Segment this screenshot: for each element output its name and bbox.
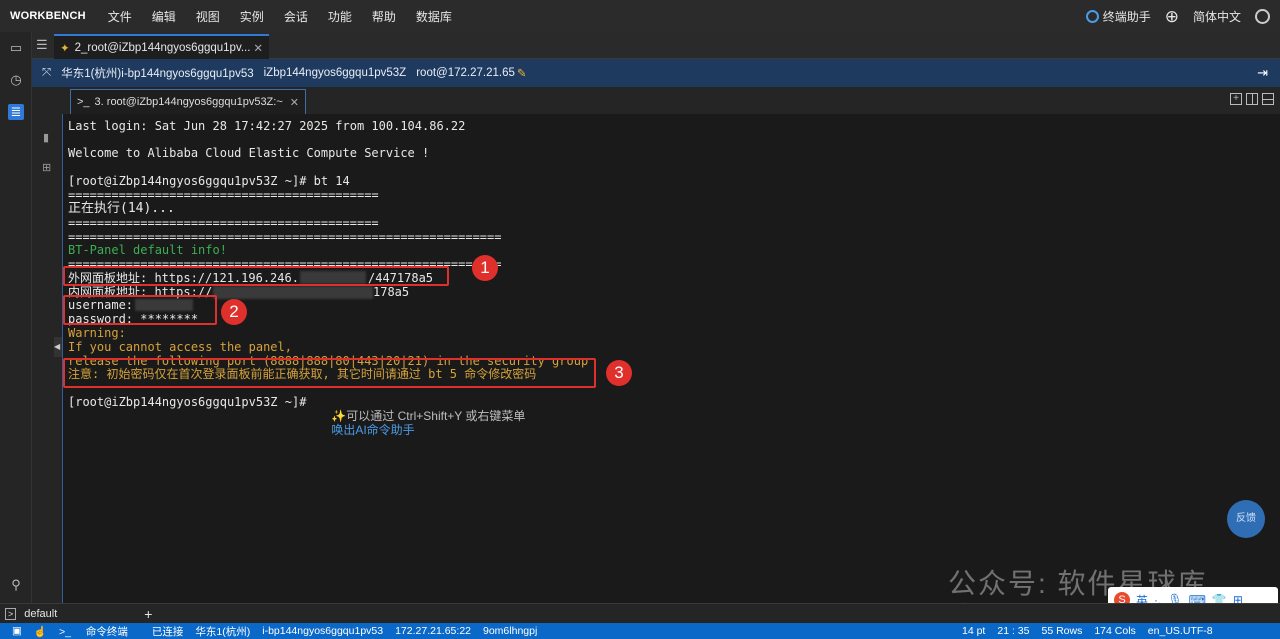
ai-hint: ✨可以通过 Ctrl+Shift+Y 或右键菜单 唤出AI命令助手 (318, 395, 525, 451)
menu-database[interactable]: 数据库 (416, 8, 452, 25)
terminal-line: ========================================… (68, 216, 379, 230)
menu-view[interactable]: 视图 (196, 8, 220, 25)
terminal-tab-icon: >_ (77, 96, 90, 108)
user-avatar-icon[interactable] (1255, 8, 1270, 24)
terminal-line: Welcome to Alibaba Cloud Elastic Compute… (68, 146, 430, 160)
status-address: 172.27.21.65:22 (395, 625, 471, 637)
add-circle-icon[interactable]: ⊕ (1165, 8, 1179, 25)
status-instance-id: i-bp144ngyos6ggqu1pv53 (262, 625, 384, 637)
ai-assistant-link[interactable]: 唤出AI命令助手 (331, 423, 414, 437)
close-terminal-tab-icon[interactable]: ✕ (290, 96, 299, 109)
feedback-button[interactable]: 反馈 (1227, 500, 1265, 538)
terminal-line: ========================================… (68, 188, 379, 202)
badge-2: 2 (221, 299, 247, 325)
layout-icon[interactable]: ▣ (12, 625, 22, 637)
terminal-type: >_ 命令终端 (59, 624, 140, 639)
menu-bar: WORKBENCH 文件 编辑 视图 实例 会话 功能 帮助 数据库 终端助手 … (0, 0, 1280, 32)
terminal-output[interactable]: Last login: Sat Jun 28 17:42:27 2025 fro… (62, 114, 1280, 603)
star-icon: ✦ (60, 42, 70, 55)
terminal-line: [root@iZbp144ngyos6ggqu1pv53Z ~]# bt 14 (68, 174, 350, 188)
cursor-position: 21 : 35 (997, 625, 1030, 637)
instance-region: 华东1(杭州)i-bp144ngyos6ggqu1pv53 (61, 68, 254, 80)
rows-count: 55 Rows (1041, 625, 1083, 637)
encoding-status[interactable]: en_US.UTF-8 (1148, 625, 1213, 637)
badge-1: 1 (472, 255, 498, 281)
terminal-side-panel: >_ ▮ ⊞ ◀ (32, 87, 62, 603)
terminal-line: 178a5 (373, 285, 410, 299)
add-tab-button[interactable]: + (144, 606, 152, 622)
app-brand: WORKBENCH (10, 10, 86, 22)
edit-icon[interactable]: ✎ (517, 66, 527, 80)
split-vertical-icon[interactable] (1246, 93, 1258, 105)
terminal-line: Warning: (68, 326, 126, 340)
menu-session[interactable]: 会话 (284, 8, 308, 25)
default-tab[interactable]: default (24, 608, 144, 620)
exit-icon[interactable]: ⇥ (1257, 65, 1268, 81)
menu-file[interactable]: 文件 (108, 8, 132, 25)
bottom-tab-bar: > default + (0, 603, 1280, 623)
terminal-assistant-label: 终端助手 (1102, 9, 1151, 24)
fullscreen-icon[interactable]: ⤧ (42, 67, 51, 80)
instance-hostname: iZbp144ngyos6ggqu1pv53Z (263, 67, 407, 79)
status-bar: ▣ ☝ >_ 命令终端 已连接 华东1(杭州) i-bp144ngyos6ggq… (0, 623, 1280, 639)
instance-info-bar: ⤧ 华东1(杭州)i-bp144ngyos6ggqu1pv53 iZbp144n… (32, 59, 1280, 87)
terminal-tab[interactable]: >_ 3. root@iZbp144ngyos6ggqu1pv53Z:~ ✕ (70, 89, 306, 114)
terminal-tab-label: 3. root@iZbp144ngyos6ggqu1pv53Z:~ (94, 96, 283, 108)
connection-status: 已连接 (151, 625, 184, 638)
session-tab[interactable]: ✦ 2_root@iZbp144ngyos6ggqu1pv... ✕ (54, 34, 269, 59)
split-add-icon[interactable]: + (1230, 93, 1242, 105)
menubar-right: 终端助手 ⊕ 简体中文 (1085, 0, 1270, 32)
highlight-box-credentials (63, 295, 217, 325)
collapse-tree-icon[interactable]: ☰ (36, 37, 48, 53)
terminal-line: ========================================… (68, 230, 502, 244)
close-tab-icon[interactable]: ✕ (253, 41, 263, 55)
terminal-tab-bar: >_ 3. root@iZbp144ngyos6ggqu1pv53Z:~ ✕ + (32, 87, 1280, 114)
highlight-box-notice (63, 358, 596, 388)
menu-edit[interactable]: 编辑 (152, 8, 176, 25)
split-horizontal-icon[interactable] (1262, 93, 1274, 105)
hand-icon[interactable]: ☝ (34, 625, 47, 638)
pin-icon[interactable]: ⚲ (8, 577, 24, 593)
session-tab-label: 2_root@iZbp144ngyos6ggqu1pv... (74, 41, 251, 54)
language-selector[interactable]: 简体中文 (1193, 8, 1241, 25)
menu-function[interactable]: 功能 (328, 8, 352, 25)
terminal-line: 正在执行(14)... (68, 201, 175, 216)
status-session-id: 9om6lhngpj (483, 625, 538, 637)
terminal-line: If you cannot access the panel, (68, 340, 292, 354)
menu-instance[interactable]: 实例 (240, 8, 264, 25)
terminal-line: BT-Panel default info! (68, 243, 227, 257)
terminal-assistant-button[interactable]: 终端助手 (1085, 8, 1151, 25)
menu-help[interactable]: 帮助 (372, 8, 396, 25)
collapse-panel-icon[interactable]: ◀ (54, 337, 62, 357)
status-right: 14 pt 21 : 35 55 Rows 174 Cols en_US.UTF… (962, 625, 1225, 637)
apps-icon[interactable]: ⊞ (42, 161, 51, 174)
cols-count: 174 Cols (1094, 625, 1136, 637)
server-list-icon[interactable]: ≣ (8, 104, 24, 120)
terminal-prompt: [root@iZbp144ngyos6ggqu1pv53Z ~]# (68, 395, 307, 409)
ai-hint-text: ✨可以通过 Ctrl+Shift+Y 或右键菜单 (331, 409, 526, 423)
terminal-type-label: 命令终端 (85, 625, 128, 638)
instance-address: root@172.27.21.65 (416, 67, 515, 79)
badge-3: 3 (606, 360, 632, 386)
history-icon[interactable]: ◷ (8, 72, 24, 88)
folder-icon[interactable]: ▭ (8, 40, 24, 56)
file-icon[interactable]: ▮ (43, 131, 49, 144)
activity-sidebar: ▭ ◷ ≣ ⚲ (0, 32, 32, 623)
session-tab-bar: ☰ ✦ 2_root@iZbp144ngyos6ggqu1pv... ✕ (32, 32, 1280, 59)
robot-icon (1085, 9, 1099, 23)
highlight-box-panel-url (63, 266, 449, 286)
font-size-status[interactable]: 14 pt (962, 625, 985, 637)
terminal-status-icon: >_ (59, 625, 74, 638)
terminal-line: Last login: Sat Jun 28 17:42:27 2025 fro… (68, 119, 466, 133)
status-region: 华东1(杭州) (195, 625, 251, 638)
redaction-blur (213, 286, 373, 299)
terminal-small-icon: > (5, 607, 17, 620)
